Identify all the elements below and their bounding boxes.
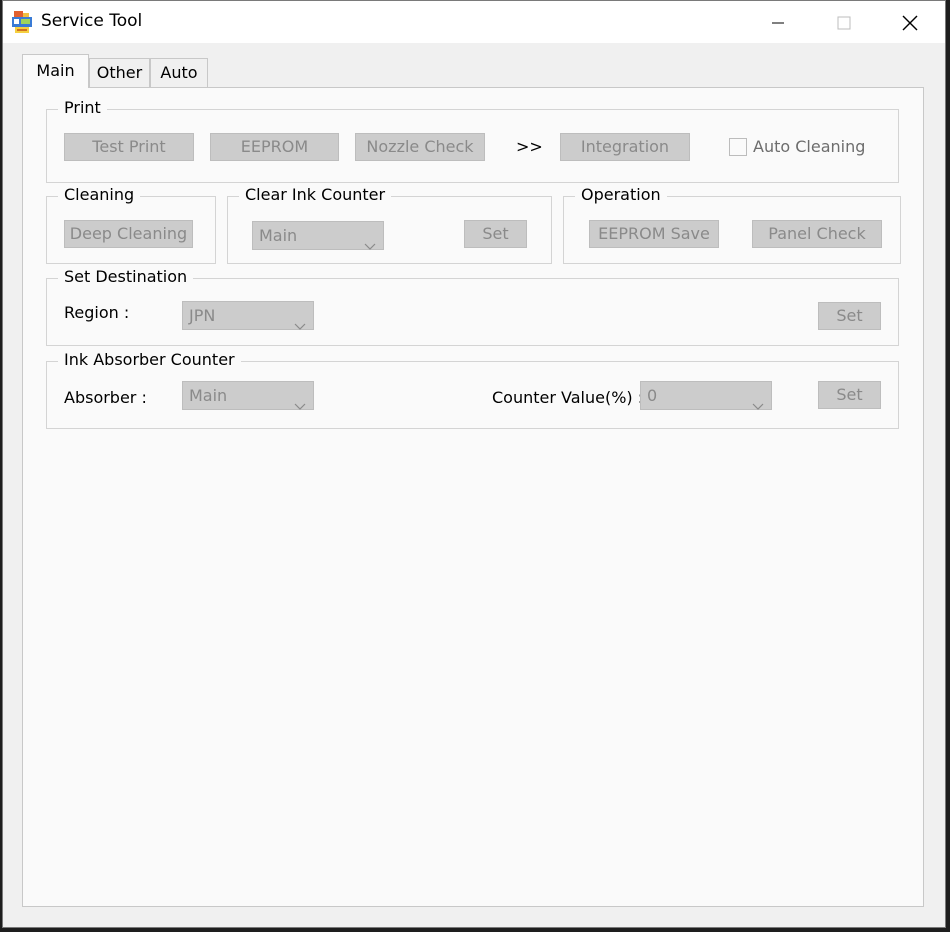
region-select[interactable]: JPN xyxy=(182,301,314,330)
clear-ink-counter-legend: Clear Ink Counter xyxy=(239,184,392,206)
print-group: Print Test Print EEPROM Nozzle Check >> … xyxy=(46,97,899,183)
counter-value-select-value: 0 xyxy=(647,386,658,405)
absorber-select[interactable]: Main xyxy=(182,381,314,410)
region-label: Region : xyxy=(64,303,130,322)
counter-value-select[interactable]: 0 xyxy=(640,381,772,410)
cleaning-legend: Cleaning xyxy=(58,184,141,206)
minimize-icon xyxy=(772,22,784,23)
nozzle-check-button[interactable]: Nozzle Check xyxy=(355,133,485,161)
absorber-set-button[interactable]: Set xyxy=(818,381,881,409)
destination-set-button[interactable]: Set xyxy=(818,302,881,330)
region-select-value: JPN xyxy=(189,306,216,325)
auto-cleaning-checkbox[interactable] xyxy=(729,138,747,156)
eeprom-button[interactable]: EEPROM xyxy=(210,133,339,161)
tab-auto[interactable]: Auto xyxy=(150,58,208,88)
chevron-down-icon xyxy=(364,232,376,259)
eeprom-save-button[interactable]: EEPROM Save xyxy=(589,220,719,248)
tab-main[interactable]: Main xyxy=(22,54,89,88)
set-destination-group: Set Destination Region : JPN Set xyxy=(46,266,899,346)
ink-absorber-counter-group: Ink Absorber Counter Absorber : Main Cou… xyxy=(46,349,899,429)
integration-button[interactable]: Integration xyxy=(560,133,690,161)
ink-counter-select[interactable]: Main xyxy=(252,221,384,250)
close-icon xyxy=(902,15,918,30)
clear-ink-counter-group: Clear Ink Counter Main Set xyxy=(227,184,552,264)
counter-value-label: Counter Value(%) : xyxy=(492,388,644,407)
close-button[interactable] xyxy=(877,1,943,43)
chevron-down-icon xyxy=(752,392,764,419)
operation-group: Operation EEPROM Save Panel Check xyxy=(563,184,901,264)
deep-cleaning-button[interactable]: Deep Cleaning xyxy=(64,220,193,248)
test-print-button[interactable]: Test Print xyxy=(64,133,194,161)
maximize-icon xyxy=(837,16,851,29)
window-title: Service Tool xyxy=(41,11,143,31)
chevron-down-icon xyxy=(294,312,306,339)
print-legend: Print xyxy=(58,97,107,119)
arrows-label: >> xyxy=(516,137,543,156)
absorber-select-value: Main xyxy=(189,386,228,405)
main-tab-panel: Print Test Print EEPROM Nozzle Check >> … xyxy=(22,87,924,907)
panel-check-button[interactable]: Panel Check xyxy=(752,220,882,248)
clear-ink-set-button[interactable]: Set xyxy=(464,220,527,248)
cleaning-group: Cleaning Deep Cleaning xyxy=(46,184,216,264)
maximize-button[interactable] xyxy=(811,1,877,43)
ink-absorber-counter-legend: Ink Absorber Counter xyxy=(58,349,241,371)
service-tool-window: Service Tool Main Other Auto Print Test … xyxy=(2,0,946,928)
auto-cleaning-label[interactable]: Auto Cleaning xyxy=(753,137,865,156)
tab-other[interactable]: Other xyxy=(89,58,150,88)
chevron-down-icon xyxy=(294,392,306,419)
minimize-button[interactable] xyxy=(745,1,811,43)
printer-app-icon xyxy=(10,10,34,34)
absorber-label: Absorber : xyxy=(64,388,147,407)
title-bar[interactable]: Service Tool xyxy=(3,1,945,43)
set-destination-legend: Set Destination xyxy=(58,266,194,288)
operation-legend: Operation xyxy=(575,184,667,206)
ink-counter-select-value: Main xyxy=(259,226,298,245)
